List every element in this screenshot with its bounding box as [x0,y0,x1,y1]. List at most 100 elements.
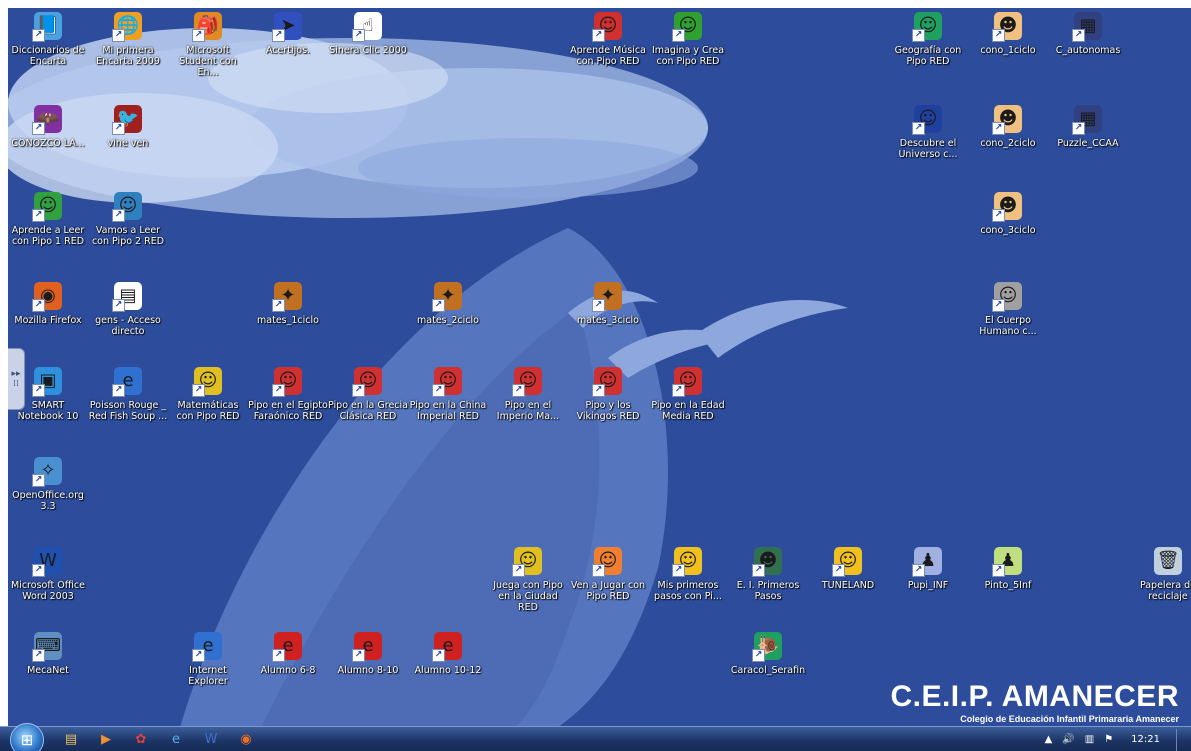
pipo-face-icon: ☺ ↗ [912,10,944,42]
desktop-shortcut-cono-2ciclo[interactable]: ☻ ↗ cono_2ciclo [968,101,1048,149]
network-icon[interactable]: ▥ [1085,734,1094,745]
shortcut-arrow-icon: ↗ [432,299,445,312]
desktop-shortcut-ven-jugar[interactable]: ☺ ↗ Ven a Jugar con Pipo RED [568,543,648,602]
desktop-shortcut-mecanet[interactable]: ⌨ ↗ MecaNet [8,628,88,676]
desktop-shortcut-grecia[interactable]: ☺ ↗ Pipo en la Grecia Clásica RED [328,363,408,422]
desktop[interactable]: 📘 ↗ Diccionarios de Encarta 🌐 ↗ Mi primera En… [8,8,1191,734]
desktop-shortcut-label: Pipo en la Edad Media RED [651,400,725,422]
shortcut-arrow-icon: ↗ [352,384,365,397]
desktop-shortcut-label: Descubre el Universo c... [898,138,958,160]
shortcut-arrow-icon: ↗ [112,209,125,222]
desktop-shortcut-mates-3ciclo[interactable]: ✦ ↗ mates_3ciclo [568,278,648,326]
desktop-shortcut-vine-ven[interactable]: 🐦 ↗ vine ven [88,101,168,149]
desktop-shortcut-openoffice[interactable]: ✧ ↗ OpenOffice.org 3.3 [8,453,88,512]
desktop-shortcut-vikingos[interactable]: ☺ ↗ Pipo y los Vikingos RED [568,363,648,422]
desktop-shortcut-label: Mozilla Firefox [14,315,82,326]
shortcut-arrow-icon: ↗ [992,299,1005,312]
desktop-shortcut-matematicas-pipo[interactable]: ☺ ↗ Matemáticas con Pipo RED [168,363,248,422]
desktop-shortcut-firefox[interactable]: ◉ ↗ Mozilla Firefox [8,278,88,326]
taskbar-explorer-icon[interactable]: ▤ [60,730,82,748]
desktop-shortcut-mi-primera-encarta[interactable]: 🌐 ↗ Mi primera Encarta 2009 [88,8,168,67]
shortcut-arrow-icon: ↗ [272,299,285,312]
desktop-shortcut-alumno-8-10[interactable]: e ↗ Alumno 8-10 [328,628,408,676]
pipo-face-icon: ☺ ↗ [672,545,704,577]
desktop-shortcut-label: Aprende Música con Pipo RED [570,45,646,67]
desktop-shortcut-poisson-rouge[interactable]: e ↗ Poisson Rouge _ Red Fish Soup ... [88,363,168,422]
desktop-shortcut-juega-ciudad[interactable]: ☺ ↗ Juega con Pipo en la Ciudad RED [488,543,568,613]
desktop-shortcut-aprende-leer-1[interactable]: ☺ ↗ Aprende a Leer con Pipo 1 RED [8,188,88,247]
desktop-shortcut-label: Caracol_Serafin [730,665,806,676]
desktop-shortcut-imperio[interactable]: ☺ ↗ Pipo en el Imperio Ma... [488,363,568,422]
smart-board-tools-handle[interactable]: ▸▸ ⁞⁞ [8,348,25,410]
windows-logo-icon: ⊞ [20,731,34,749]
desktop-shortcut-egipto[interactable]: ☺ ↗ Pipo en el Egipto Faraónico RED [248,363,328,422]
desktop-shortcut-label: Pupi_INF [907,580,949,591]
shortcut-arrow-icon: ↗ [1072,122,1085,135]
desktop-shortcut-mates-2ciclo[interactable]: ✦ ↗ mates_2ciclo [408,278,488,326]
start-button[interactable]: ⊞ [10,723,44,751]
shortcut-arrow-icon: ↗ [32,209,45,222]
desktop-shortcut-geografia[interactable]: ☺ ↗ Geografía con Pipo RED [888,8,968,67]
desktop-shortcut-gens[interactable]: ▤ ↗ gens - Acceso directo [88,278,168,337]
pipo-face-icon: ☺ ↗ [432,365,464,397]
desktop-shortcut-label: MecaNet [27,665,69,676]
desktop-shortcut-label: Juega con Pipo en la Ciudad RED [493,580,563,613]
desktop-shortcut-puzzle-ccaa[interactable]: ▦ ↗ Puzzle_CCAA [1048,101,1128,149]
desktop-shortcut-edad-media[interactable]: ☺ ↗ Pipo en la Edad Media RED [648,363,728,422]
desktop-shortcut-imagina-crea[interactable]: ☺ ↗ Imagina y Crea con Pipo RED [648,8,728,67]
shortcut-arrow-icon: ↗ [272,29,285,42]
desktop-shortcut-pupi-inf[interactable]: ♟ ↗ Pupi_INF [888,543,968,591]
action-center-flag-icon[interactable]: ⚑ [1104,734,1113,745]
book-icon: 📘 ↗ [32,10,64,42]
taskbar-pipo-app-icon[interactable]: ✿ [130,730,152,748]
taskbar-word-icon[interactable]: W [200,730,222,748]
pipo-face-icon: ☺ ↗ [512,545,544,577]
desktop-shortcut-word-2003[interactable]: W ↗ Microsoft Office Word 2003 [8,543,88,602]
volume-icon[interactable]: 🔊 [1062,734,1074,745]
desktop-shortcut-china[interactable]: ☺ ↗ Pipo en la China Imperial RED [408,363,488,422]
desktop-shortcut-sinera-clic[interactable]: ☝ ↗ Sinera Clic 2000 [328,8,408,56]
shortcut-arrow-icon: ↗ [592,29,605,42]
desktop-shortcut-descubre-universo[interactable]: ☺ ↗ Descubre el Universo c... [888,101,968,160]
desktop-shortcut-mis-primeros-pasos[interactable]: ☺ ↗ Mis primeros pasos con Pi... [648,543,728,602]
taskbar-media-player-icon[interactable]: ▶ [95,730,117,748]
mascot-icon: ✦ ↗ [272,280,304,312]
desktop-shortcut-conozco[interactable]: 🦇 ↗ CONOZCO LA... [8,101,88,149]
desktop-shortcut-c-autonomas[interactable]: ▦ ↗ C_autonomas [1048,8,1128,56]
show-hidden-icons-icon[interactable]: ▲ [1045,734,1053,745]
desktop-shortcut-tuneland[interactable]: ☺ ↗ TUNELAND [808,543,888,591]
shortcut-arrow-icon: ↗ [672,564,685,577]
taskbar-ie-icon[interactable]: e [165,730,187,748]
desktop-shortcut-alumno-6-8[interactable]: e ↗ Alumno 6-8 [248,628,328,676]
snail-icon: 🐌 ↗ [752,630,784,662]
word-icon: W ↗ [32,545,64,577]
desktop-shortcut-diccionarios[interactable]: 📘 ↗ Diccionarios de Encarta [8,8,88,67]
desktop-shortcut-label: Pipo y los Vikingos RED [576,400,640,422]
pipo-face-icon: ☺ ↗ [672,10,704,42]
desktop-shortcut-cuerpo-humano[interactable]: ☺ ↗ El Cuerpo Humano c... [968,278,1048,337]
shortcut-arrow-icon: ↗ [32,649,45,662]
desktop-shortcut-cono-1ciclo[interactable]: ☻ ↗ cono_1ciclo [968,8,1048,56]
desktop-shortcut-alumno-10-12[interactable]: e ↗ Alumno 10-12 [408,628,488,676]
pipo-face-icon: ☺ ↗ [912,103,944,135]
desktop-shortcut-vamos-leer-2[interactable]: ☺ ↗ Vamos a Leer con Pipo 2 RED [88,188,168,247]
desktop-shortcut-papelera[interactable]: 🗑 Papelera de reciclaje [1128,543,1191,602]
taskbar-firefox-icon[interactable]: ◉ [235,730,257,748]
desktop-shortcut-primeros-pasos[interactable]: ☻ ↗ E. I. Primeros Pasos [728,543,808,602]
desktop-shortcut-internet-explorer[interactable]: e ↗ Internet Explorer [168,628,248,687]
desktop-shortcut-label: Mi primera Encarta 2009 [96,45,160,67]
desktop-shortcut-aprende-musica[interactable]: ☺ ↗ Aprende Música con Pipo RED [568,8,648,67]
document-icon: ▤ ↗ [112,280,144,312]
desktop-shortcut-caracol-serafin[interactable]: 🐌 ↗ Caracol_Serafin [728,628,808,676]
clown-icon: ☻ ↗ [992,103,1024,135]
desktop-shortcut-cono-3ciclo[interactable]: ☻ ↗ cono_3ciclo [968,188,1048,236]
desktop-shortcut-acertijos[interactable]: ➤ ↗ Acertijos. [248,8,328,56]
show-desktop-button[interactable] [1176,728,1183,751]
school-branding: C.E.I.P. AMANECER Colegio de Educación I… [890,682,1179,725]
desktop-shortcut-microsoft-student[interactable]: 🎒 ↗ Microsoft Student con En... [168,8,248,78]
clock[interactable]: 12:21 [1131,734,1160,745]
desktop-shortcut-label: Geografía con Pipo RED [894,45,962,67]
desktop-shortcut-label: El Cuerpo Humano c... [979,315,1037,337]
desktop-shortcut-pinto-5inf[interactable]: ♟ ↗ Pinto_5Inf [968,543,1048,591]
desktop-shortcut-mates-1ciclo[interactable]: ✦ ↗ mates_1ciclo [248,278,328,326]
